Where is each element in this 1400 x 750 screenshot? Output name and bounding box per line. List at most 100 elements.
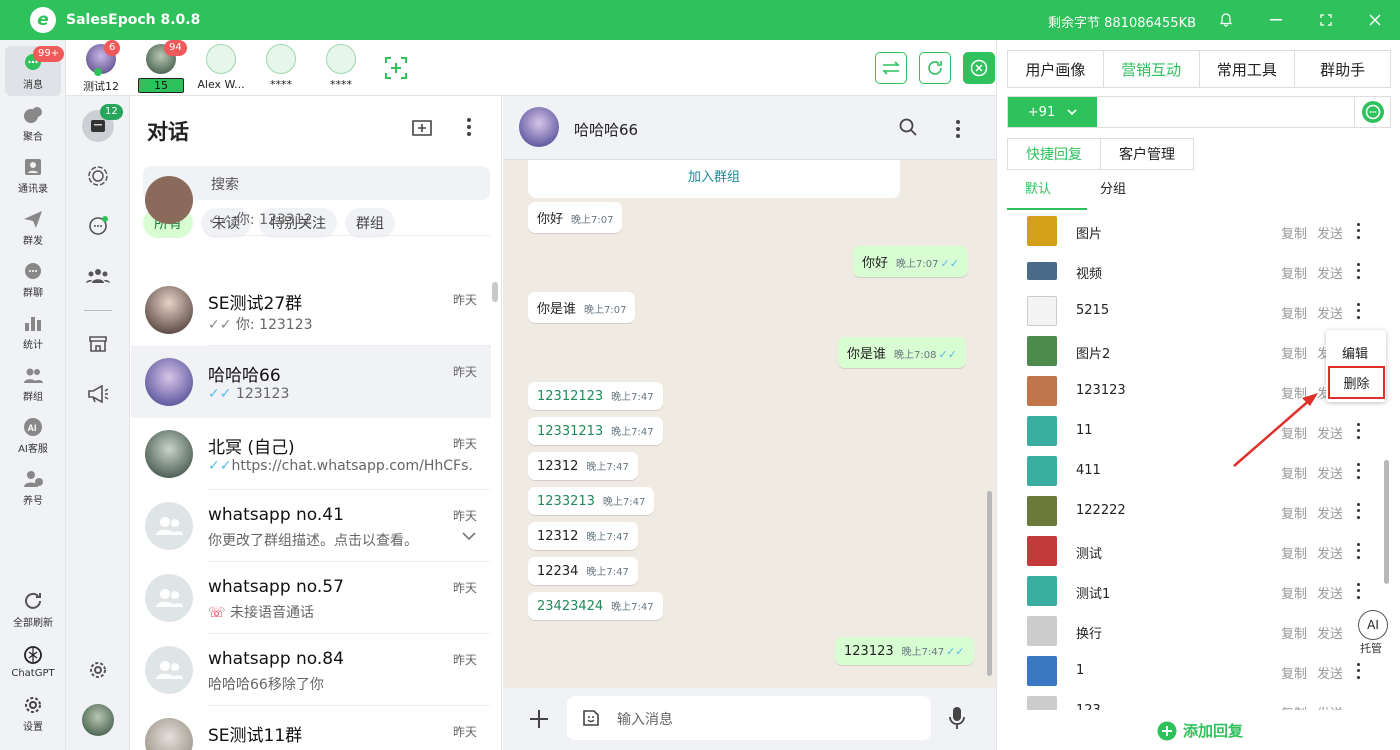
gear-icon[interactable] (82, 654, 114, 686)
tab-customer-management[interactable]: 客户管理 (1101, 138, 1194, 170)
copy-button[interactable]: 复制 (1281, 303, 1307, 322)
list-item[interactable]: 图片 复制 发送 (997, 215, 1387, 251)
copy-button[interactable]: 复制 (1281, 223, 1307, 242)
send-button[interactable]: 发送 (1317, 703, 1343, 710)
megaphone-icon[interactable] (82, 378, 114, 410)
nav-stats[interactable]: 统计 (5, 306, 61, 356)
account-item[interactable]: 94 15 (131, 40, 191, 94)
search-icon[interactable] (899, 118, 917, 140)
store-icon[interactable] (82, 328, 114, 360)
sticker-icon[interactable] (581, 708, 601, 728)
list-item[interactable]: 411 复制 发送 (997, 451, 1387, 491)
tab-group-helper[interactable]: 群助手 (1295, 51, 1390, 87)
send-button[interactable]: 发送 (1317, 623, 1343, 642)
list-item[interactable]: 测试 复制 发送 (997, 531, 1387, 571)
send-button[interactable]: 发送 (1317, 663, 1343, 682)
edit-menu-item[interactable]: 编辑 (1342, 343, 1368, 362)
list-item[interactable]: whatsapp no.84 昨天 哈哈哈66移除了你 (131, 634, 491, 706)
nav-groups[interactable]: 群组 (5, 358, 61, 408)
delete-menu-item[interactable]: 删除 (1328, 366, 1385, 399)
more-icon[interactable] (1353, 661, 1363, 681)
attach-plus-icon[interactable] (529, 709, 549, 733)
tab-tools[interactable]: 常用工具 (1200, 51, 1296, 87)
list-item[interactable]: 11 复制 发送 (997, 411, 1387, 451)
list-item[interactable]: 5215 复制 发送 (997, 291, 1387, 331)
list-item[interactable]: ✓✓ 你: 123312 (131, 164, 491, 236)
more-icon[interactable] (1353, 221, 1363, 241)
list-item[interactable]: whatsapp no.41 昨天 你更改了群组描述。点击以查看。 (131, 490, 491, 562)
microphone-icon[interactable] (949, 706, 965, 734)
send-button[interactable]: 发送 (1317, 263, 1343, 282)
list-item[interactable]: SE测试11群 昨天 (131, 706, 491, 750)
tab-marketing[interactable]: 营销互动 (1104, 51, 1200, 87)
copy-button[interactable]: 复制 (1281, 663, 1307, 682)
send-button[interactable]: 发送 (1317, 303, 1343, 322)
scrollbar[interactable] (1384, 460, 1389, 584)
list-item[interactable]: 1 复制 发送 (997, 651, 1387, 691)
list-item[interactable]: 视频 复制 发送 (997, 251, 1387, 291)
nav-settings[interactable]: 设置 (5, 688, 61, 738)
list-item[interactable]: whatsapp no.57 昨天 ☏ 未接语音通话 (131, 562, 491, 634)
list-item[interactable]: SE测试27群 昨天 ✓✓ 你: 123123 (131, 274, 491, 346)
minimize-icon[interactable] (1266, 10, 1286, 30)
group-category[interactable]: 分组 (1100, 178, 1126, 197)
send-button[interactable]: 发送 (1317, 503, 1343, 522)
copy-button[interactable]: 复制 (1281, 583, 1307, 602)
list-item[interactable]: 123复制发送 (997, 691, 1387, 710)
ai-hosting-button[interactable]: AI (1358, 610, 1388, 640)
chevron-down-icon[interactable] (462, 530, 476, 545)
copy-button[interactable]: 复制 (1281, 623, 1307, 642)
nav-aggregate[interactable]: 聚合 (5, 98, 61, 148)
country-code-select[interactable]: +91 (1008, 97, 1097, 127)
scrollbar[interactable] (987, 491, 992, 676)
account-item[interactable]: **** (251, 44, 311, 94)
account-item[interactable]: Alex W... (191, 44, 251, 94)
copy-button[interactable]: 复制 (1281, 543, 1307, 562)
chats-icon[interactable]: 12 (82, 104, 123, 142)
message-input[interactable]: 输入消息 (567, 696, 931, 740)
more-icon[interactable] (1353, 501, 1363, 521)
copy-button[interactable]: 复制 (1281, 263, 1307, 282)
nav-ai-service[interactable]: AI AI客服 (5, 410, 61, 460)
copy-button[interactable]: 复制 (1281, 703, 1307, 710)
status-icon[interactable] (82, 160, 114, 192)
more-icon[interactable] (1353, 461, 1363, 481)
scrollbar[interactable] (492, 282, 498, 302)
reload-icon[interactable] (919, 52, 951, 84)
copy-button[interactable]: 复制 (1281, 343, 1307, 362)
list-item[interactable]: 换行 复制 发送 (997, 611, 1387, 651)
bell-icon[interactable] (1216, 10, 1236, 30)
send-button[interactable]: 发送 (1317, 223, 1343, 242)
list-item[interactable]: 哈哈哈66 昨天 ✓✓ 123123 (131, 346, 491, 418)
list-item[interactable]: 测试1 复制 发送 (997, 571, 1387, 611)
new-chat-icon[interactable] (411, 118, 433, 142)
avatar[interactable] (519, 107, 559, 147)
tab-user-profile[interactable]: 用户画像 (1008, 51, 1104, 87)
communities-icon[interactable] (82, 260, 114, 292)
nav-nurture[interactable]: 养号 (5, 462, 61, 512)
switch-icon[interactable] (875, 52, 907, 84)
close-icon[interactable] (1365, 10, 1385, 30)
profile-avatar[interactable] (82, 704, 114, 736)
menu-icon[interactable] (467, 118, 471, 136)
more-icon[interactable] (1353, 541, 1363, 561)
list-item[interactable]: 122222 复制 发送 (997, 491, 1387, 531)
more-icon[interactable] (1353, 581, 1363, 601)
chat-title[interactable]: 哈哈哈66 (574, 119, 638, 140)
copy-button[interactable]: 复制 (1281, 503, 1307, 522)
join-group-button[interactable]: 加入群组 (528, 160, 900, 198)
nav-broadcast[interactable]: 群发 (5, 202, 61, 252)
list-item[interactable]: 北冥 (自己) 昨天 ✓✓https://chat.whatsapp.com/H… (131, 418, 491, 490)
group-default[interactable]: 默认 (1025, 178, 1051, 197)
account-item[interactable]: **** (311, 44, 371, 94)
nav-group-chat[interactable]: 群聊 (5, 254, 61, 304)
add-account-icon[interactable] (384, 56, 408, 84)
maximize-icon[interactable] (1316, 10, 1336, 30)
more-icon[interactable] (1353, 421, 1363, 441)
send-button[interactable]: 发送 (1317, 543, 1343, 562)
channels-icon[interactable] (82, 210, 114, 242)
nav-messages[interactable]: 消息 99+ (5, 46, 65, 96)
add-reply-button[interactable]: 添加回复 (1157, 720, 1243, 741)
nav-chatgpt[interactable]: ChatGPT (5, 636, 61, 686)
tab-quick-reply[interactable]: 快捷回复 (1007, 138, 1101, 170)
